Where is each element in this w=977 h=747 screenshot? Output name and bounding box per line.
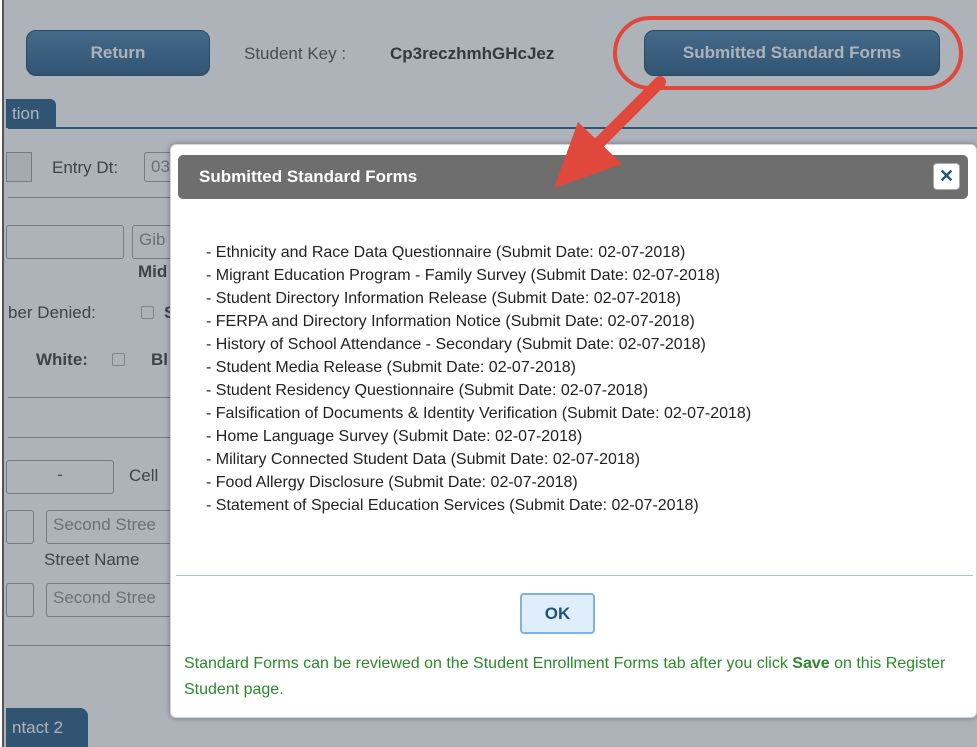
list-item: - Student Directory Information Release … xyxy=(206,290,681,307)
list-item: - Ethnicity and Race Data Questionnaire … xyxy=(206,244,686,261)
ok-button[interactable]: OK xyxy=(520,593,595,634)
note-save-bold: Save xyxy=(792,655,830,672)
list-item: - Food Allergy Disclosure (Submit Date: … xyxy=(206,474,578,491)
list-item: - Home Language Survey (Submit Date: 02-… xyxy=(206,428,583,445)
close-icon[interactable]: ✕ xyxy=(933,163,960,190)
list-item: - FERPA and Directory Information Notice… xyxy=(206,313,695,330)
list-item: - Migrant Education Program - Family Sur… xyxy=(206,267,720,284)
screenshot-frame: Return Student Key : Cp3reczhmhGHcJez Su… xyxy=(0,0,977,747)
annotation-arrow-icon xyxy=(554,76,666,188)
list-item: - History of School Attendance - Seconda… xyxy=(206,336,706,353)
list-item: - Statement of Special Education Service… xyxy=(206,497,699,514)
note-text-before: Standard Forms can be reviewed on the St… xyxy=(184,655,793,672)
dialog-separator xyxy=(176,575,973,576)
list-item: - Falsification of Documents & Identity … xyxy=(206,405,752,422)
list-item: - Student Residency Questionnaire (Submi… xyxy=(206,382,649,399)
submitted-forms-dialog: Submitted Standard Forms ✕ - Ethnicity a… xyxy=(170,144,977,718)
list-item: - Student Media Release (Submit Date: 02… xyxy=(206,359,576,376)
list-item: - Military Connected Student Data (Submi… xyxy=(206,451,640,468)
dialog-title: Submitted Standard Forms xyxy=(199,167,418,186)
submitted-forms-list: - Ethnicity and Race Data Questionnaire … xyxy=(206,241,946,517)
review-note: Standard Forms can be reviewed on the St… xyxy=(184,651,964,703)
